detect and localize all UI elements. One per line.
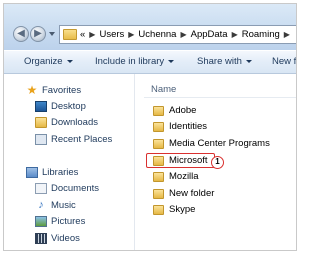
nav-pictures-label: Pictures: [51, 216, 86, 227]
folder-icon: [153, 188, 164, 199]
navigation-pane: ★ Favorites Desktop Downloads Recent Plac…: [4, 74, 134, 250]
music-note-icon: ♪: [38, 199, 44, 211]
breadcrumb-separator-icon[interactable]: ▶: [284, 30, 290, 39]
breadcrumb-uchenna[interactable]: Uchenna: [138, 29, 176, 40]
organize-label: Organize: [24, 56, 63, 67]
nav-libraries[interactable]: Libraries: [26, 167, 78, 178]
breadcrumb-overflow[interactable]: «: [80, 29, 85, 40]
forward-arrow-icon: ▶: [34, 28, 42, 39]
folder-icon: [153, 204, 164, 215]
address-bar[interactable]: « ▶ Users ▶ Uchenna ▶ AppData ▶ Roaming …: [59, 25, 296, 44]
breadcrumb-appdata[interactable]: AppData: [191, 29, 228, 40]
nav-desktop[interactable]: Desktop: [35, 101, 86, 112]
nav-pictures[interactable]: Pictures: [35, 216, 85, 227]
desktop-icon: [35, 101, 47, 112]
videos-icon: [35, 233, 47, 244]
folder-icon: [153, 105, 164, 116]
folder-icon: [153, 121, 164, 132]
nav-libraries-label: Libraries: [42, 167, 79, 178]
file-label: Adobe: [169, 105, 197, 116]
pictures-icon: [35, 216, 47, 227]
forward-button[interactable]: ▶: [30, 26, 46, 42]
column-header-name[interactable]: Name: [151, 84, 176, 95]
file-label: Mozilla: [169, 171, 199, 182]
file-item-adobe[interactable]: Adobe: [153, 105, 196, 116]
step-badge: 1: [211, 156, 224, 169]
folder-icon: [153, 138, 164, 149]
share-with-button[interactable]: Share with: [197, 56, 252, 67]
nav-music[interactable]: ♪ Music: [35, 199, 76, 212]
address-row: ◀ ▶ « ▶ Users ▶ Uchenna ▶ AppData ▶ Roam…: [4, 4, 296, 50]
nav-documents[interactable]: Documents: [35, 183, 99, 194]
file-item-mozilla[interactable]: Mozilla: [153, 171, 199, 182]
folder-icon: [153, 171, 164, 182]
nav-videos-label: Videos: [51, 233, 80, 244]
nav-documents-label: Documents: [51, 183, 100, 194]
file-item-skype[interactable]: Skype: [153, 204, 195, 215]
nav-favorites[interactable]: ★ Favorites: [26, 83, 82, 97]
include-in-library-label: Include in library: [95, 56, 165, 67]
nav-recent-places-label: Recent Places: [51, 134, 113, 145]
command-bar: Organize Include in library Share with N…: [4, 50, 297, 74]
nav-downloads[interactable]: Downloads: [35, 117, 98, 128]
chevron-down-icon: [66, 60, 73, 63]
breadcrumb-roaming[interactable]: Roaming: [242, 29, 280, 40]
nav-desktop-label: Desktop: [51, 101, 86, 112]
file-label: Identities: [169, 121, 208, 132]
chevron-down-icon: [168, 60, 175, 63]
breadcrumb-separator-icon[interactable]: ▶: [180, 30, 186, 39]
explorer-window: ◀ ▶ « ▶ Users ▶ Uchenna ▶ AppData ▶ Roam…: [3, 3, 297, 251]
breadcrumb-separator-icon[interactable]: ▶: [89, 30, 95, 39]
breadcrumb-separator-icon[interactable]: ▶: [232, 30, 238, 39]
file-label: New folder: [169, 188, 215, 199]
new-folder-label: New fo: [272, 56, 297, 67]
highlight-box: [146, 153, 215, 168]
nav-music-label: Music: [51, 200, 76, 211]
column-header-divider: [144, 97, 296, 98]
star-icon: ★: [26, 83, 38, 97]
back-arrow-icon: ◀: [17, 28, 25, 39]
recent-places-icon: [35, 134, 47, 145]
include-in-library-button[interactable]: Include in library: [95, 56, 175, 67]
nav-recent-places[interactable]: Recent Places: [35, 134, 112, 145]
pane-divider[interactable]: [134, 74, 135, 250]
share-with-label: Share with: [197, 56, 242, 67]
new-folder-button[interactable]: New fo: [272, 56, 297, 67]
file-label: Skype: [169, 204, 196, 215]
file-label: Media Center Programs: [169, 138, 270, 149]
breadcrumb-separator-icon[interactable]: ▶: [128, 30, 134, 39]
chevron-down-icon: [245, 60, 252, 63]
downloads-folder-icon: [35, 117, 47, 128]
recent-pages-dropdown-icon[interactable]: [49, 32, 55, 36]
libraries-icon: [26, 167, 38, 178]
folder-icon: [63, 29, 77, 40]
back-button[interactable]: ◀: [13, 26, 29, 42]
nav-favorites-label: Favorites: [42, 85, 82, 96]
nav-downloads-label: Downloads: [51, 117, 98, 128]
file-item-identities[interactable]: Identities: [153, 121, 207, 132]
nav-videos[interactable]: Videos: [35, 233, 80, 244]
file-item-new-folder[interactable]: New folder: [153, 188, 214, 199]
file-item-media-center-programs[interactable]: Media Center Programs: [153, 138, 270, 149]
documents-icon: [35, 183, 47, 194]
breadcrumb-users[interactable]: Users: [99, 29, 124, 40]
organize-button[interactable]: Organize: [24, 56, 73, 67]
